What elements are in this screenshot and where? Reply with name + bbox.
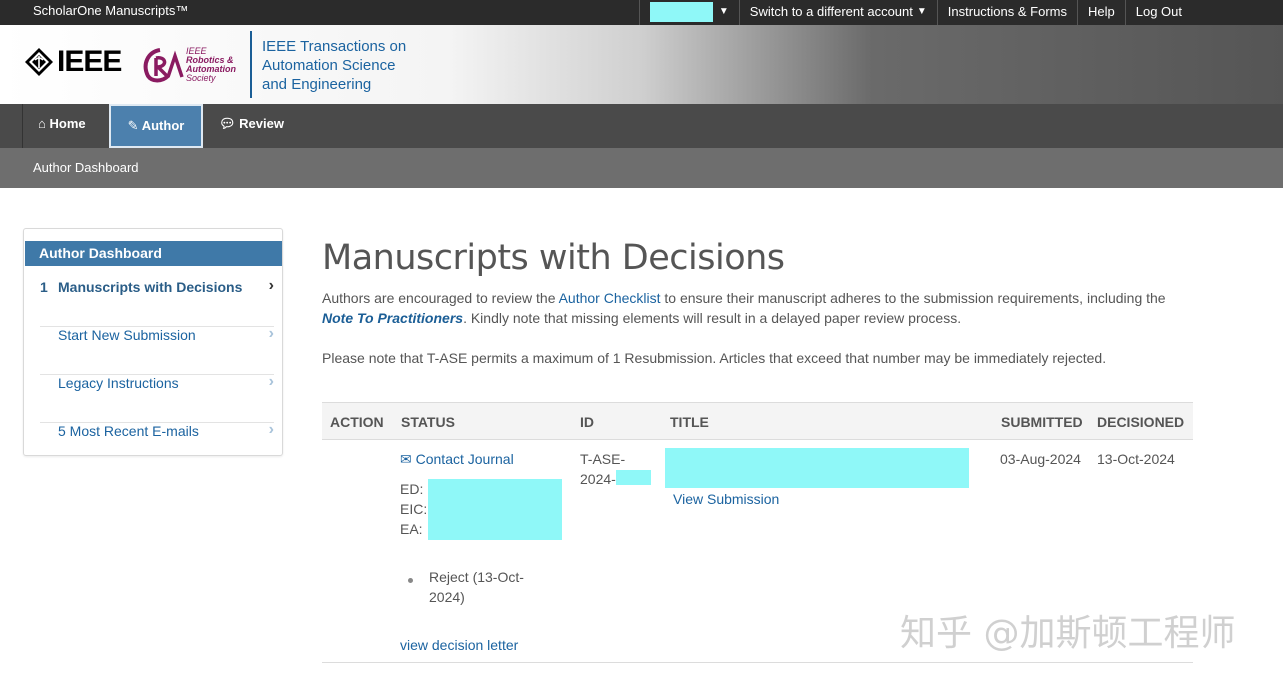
logout-label: Log Out: [1135, 4, 1182, 19]
sidebar-item-legacy-instructions[interactable]: Legacy Instructions ›: [40, 373, 274, 423]
sidebar-item-count: 1: [40, 279, 48, 295]
chevron-right-icon: ›: [268, 421, 274, 438]
switch-account-link[interactable]: Switch to a different account ▼: [738, 0, 937, 25]
column-header-status: STATUS: [401, 414, 455, 430]
journal-title: IEEE Transactions on Automation Science …: [262, 37, 406, 94]
decision-status-line-2: 2024): [429, 589, 465, 605]
sidebar-item-label: 5 Most Recent E-mails: [58, 423, 199, 439]
header-divider: [250, 31, 252, 98]
author-checklist-link[interactable]: Author Checklist: [559, 290, 661, 306]
switch-account-label: Switch to a different account: [749, 4, 913, 19]
journal-title-line-2: Automation Science: [262, 57, 396, 74]
bullet: [408, 578, 413, 583]
tab-author[interactable]: ✎ Author: [109, 104, 203, 148]
column-header-title: TITLE: [670, 414, 709, 430]
column-header-id: ID: [580, 414, 594, 430]
ras-line-4: Society: [186, 73, 216, 83]
chevron-right-icon: ›: [268, 277, 274, 294]
account-dropdown[interactable]: ▼: [638, 0, 739, 25]
sidebar-item-start-new-submission[interactable]: Start New Submission ›: [40, 325, 274, 375]
redacted-editor-names: [428, 479, 562, 540]
page-title: Manuscripts with Decisions: [322, 238, 785, 278]
help-link[interactable]: Help: [1076, 0, 1125, 25]
intro-text: to ensure their manuscript adheres to th…: [660, 290, 1166, 306]
chevron-down-icon: ▼: [916, 6, 927, 17]
sidebar-item-label: Start New Submission: [58, 327, 196, 343]
eic-label: EIC:: [400, 501, 428, 517]
view-decision-letter-link[interactable]: view decision letter: [400, 635, 518, 655]
main-nav-tabs: ⌂ Home ✎ Author 💬︎ Review: [0, 104, 1283, 148]
column-header-action: ACTION: [330, 414, 384, 430]
ras-text: IEEE Robotics & Automation Society: [186, 47, 236, 83]
journal-title-line-3: and Engineering: [262, 76, 372, 93]
intro-text: . Kindly note that missing elements will…: [463, 310, 962, 326]
sidebar-item-manuscripts-with-decisions[interactable]: 1 Manuscripts with Decisions ›: [40, 277, 274, 327]
intro-text: Authors are encouraged to review the: [322, 290, 559, 306]
speech-bubble-icon: 💬︎: [219, 116, 236, 131]
submitted-date: 03-Aug-2024: [1000, 451, 1081, 467]
column-header-submitted: SUBMITTED: [1001, 414, 1083, 430]
ieee-diamond-icon: [25, 48, 53, 76]
home-icon: ⌂: [38, 116, 46, 131]
tab-divider: [22, 104, 23, 148]
editor-label: ED:: [400, 481, 424, 497]
editor-info: ED: EIC: EA:: [400, 479, 427, 539]
manuscript-id-line-1: T-ASE-: [580, 451, 626, 467]
view-submission-link[interactable]: View Submission: [673, 489, 779, 509]
ieee-wordmark: IEEE: [57, 45, 122, 78]
contact-journal-link[interactable]: ✉ Contact Journal: [400, 449, 514, 469]
journal-title-line-1: IEEE Transactions on: [262, 38, 407, 55]
redacted-id-number: [616, 470, 651, 485]
instructions-forms-link[interactable]: Instructions & Forms: [936, 0, 1077, 25]
chevron-down-icon: ▼: [718, 6, 729, 17]
decision-status-line-1: Reject (13-Oct-: [429, 569, 524, 585]
ieee-logo: IEEE: [24, 45, 122, 78]
logout-link[interactable]: Log Out: [1124, 0, 1192, 25]
column-header-decisioned: DECISIONED: [1097, 414, 1185, 430]
sidebar-item-label: Legacy Instructions: [58, 375, 179, 391]
table-header: ACTION STATUS ID TITLE SUBMITTED DECISIO…: [322, 403, 1193, 440]
envelope-icon: ✉: [400, 451, 412, 467]
ras-logo: IEEE Robotics & Automation Society: [142, 46, 236, 84]
sidebar-item-label: Manuscripts with Decisions: [58, 279, 243, 295]
sidebar-heading: Author Dashboard: [25, 241, 282, 266]
tab-home[interactable]: ⌂ Home: [38, 104, 86, 148]
breadcrumb-label: Author Dashboard: [33, 160, 139, 175]
sidebar-item-recent-emails[interactable]: 5 Most Recent E-mails ›: [40, 421, 274, 471]
intro-paragraph: Authors are encouraged to review the Aut…: [322, 288, 1202, 328]
tab-author-label: Author: [141, 118, 185, 133]
pencil-icon: ✎: [127, 118, 139, 133]
help-label: Help: [1087, 4, 1115, 19]
top-nav: ▼ Switch to a different account ▼ Instru…: [638, 0, 1192, 25]
note-to-practitioners-link[interactable]: Note To Practitioners: [322, 310, 463, 326]
watermark: 知乎 @加斯顿工程师: [900, 613, 1236, 654]
brand-label: ScholarOne Manuscripts™: [33, 3, 189, 18]
instructions-label: Instructions & Forms: [947, 4, 1067, 19]
tab-home-label: Home: [49, 116, 86, 131]
tab-review[interactable]: 💬︎ Review: [219, 104, 284, 148]
author-dashboard-sidebar: Author Dashboard 1 Manuscripts with Deci…: [23, 228, 283, 456]
ras-emblem-icon: [143, 48, 184, 83]
chevron-right-icon: ›: [268, 373, 274, 390]
top-bar: ScholarOne Manuscripts™ ▼ Switch to a di…: [0, 0, 1283, 25]
ea-label: EA:: [400, 521, 423, 537]
decision-status: Reject (13-Oct- 2024): [429, 567, 524, 607]
chevron-right-icon: ›: [268, 325, 274, 342]
decisioned-date: 13-Oct-2024: [1097, 451, 1175, 467]
journal-header: IEEE IEEE Robotics & Automation Society …: [0, 25, 1283, 104]
breadcrumb: Author Dashboard: [0, 148, 1283, 188]
tab-review-label: Review: [239, 116, 284, 131]
resubmission-note: Please note that T-ASE permits a maximum…: [322, 350, 1107, 366]
contact-journal-label: Contact Journal: [415, 451, 514, 467]
redacted-account-name: [649, 2, 713, 22]
redacted-manuscript-title: [665, 448, 969, 488]
